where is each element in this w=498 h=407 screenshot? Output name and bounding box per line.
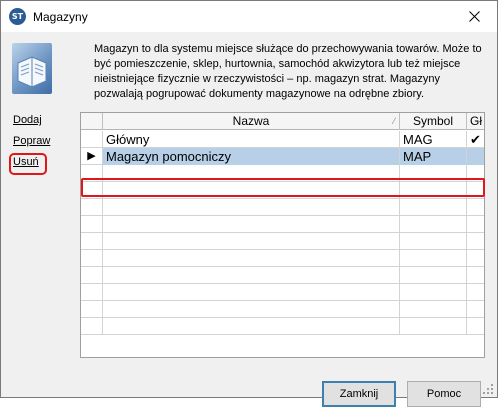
row-indicator [81, 233, 103, 250]
cell-name [103, 267, 400, 284]
cell-main: ✔ [467, 131, 484, 148]
table-row-empty [81, 250, 484, 267]
column-header-name[interactable]: Nazwa ⁄ [103, 113, 400, 130]
help-button[interactable]: Pomoc [407, 381, 481, 407]
cell-symbol [400, 250, 467, 267]
row-indicator [81, 267, 103, 284]
cell-name [103, 250, 400, 267]
row-indicator [81, 250, 103, 267]
window-title: Magazyny [33, 10, 88, 24]
resize-grip-icon[interactable] [482, 383, 494, 395]
table-row-empty [81, 301, 484, 318]
cell-name [103, 216, 400, 233]
warehouse-table: Nazwa ⁄ Symbol Gł Główny MAG ✔ ▶ Magazyn pom… [80, 112, 485, 358]
cell-main [467, 148, 484, 165]
table-row-empty [81, 216, 484, 233]
row-indicator [81, 284, 103, 301]
table-row[interactable]: Główny MAG ✔ [81, 131, 484, 148]
book-icon [12, 43, 52, 94]
app-icon: ST [9, 8, 26, 25]
cell-name: Magazyn pomocniczy [103, 148, 400, 165]
close-button[interactable]: Zamknij [322, 381, 396, 407]
dialog-body: Magazyn to dla systemu miejsce służące d… [2, 32, 496, 407]
close-icon [468, 11, 480, 22]
cell-name [103, 233, 400, 250]
cell-symbol [400, 301, 467, 318]
cell-name: Główny [103, 131, 400, 148]
close-window-button[interactable] [451, 1, 497, 32]
cell-main [467, 284, 484, 301]
delete-link-highlight [9, 153, 47, 175]
cell-name [103, 284, 400, 301]
cell-name [103, 301, 400, 318]
cell-main [467, 301, 484, 318]
cell-symbol [400, 284, 467, 301]
selected-row-highlight [81, 178, 485, 197]
cell-symbol [400, 233, 467, 250]
table-row-empty [81, 233, 484, 250]
add-link[interactable]: Dodaj [13, 114, 50, 126]
cell-main [467, 216, 484, 233]
row-indicator [81, 131, 103, 148]
sort-icon: ⁄ [393, 116, 395, 126]
table-row-empty [81, 267, 484, 284]
cell-name [103, 199, 400, 216]
cell-main [467, 199, 484, 216]
column-header-symbol[interactable]: Symbol [400, 113, 467, 130]
edit-link[interactable]: Popraw [13, 135, 50, 147]
row-indicator [81, 318, 103, 335]
description-text: Magazyn to dla systemu miejsce służące d… [94, 43, 482, 100]
table-row-empty [81, 199, 484, 216]
cell-main [467, 267, 484, 284]
cell-main [467, 233, 484, 250]
cell-symbol [400, 318, 467, 335]
table-row-empty [81, 318, 484, 335]
title-bar: ST Magazyny [1, 1, 497, 32]
row-indicator [81, 216, 103, 233]
row-indicator [81, 199, 103, 216]
table-header: Nazwa ⁄ Symbol Gł [81, 113, 484, 130]
cell-symbol [400, 216, 467, 233]
cell-symbol [400, 199, 467, 216]
column-header-main[interactable]: Gł [467, 113, 484, 130]
cell-symbol [400, 267, 467, 284]
magazyny-window: ST Magazyny Magazyn to dla systemu miejs… [0, 0, 498, 407]
table-row[interactable]: ▶ Magazyn pomocniczy MAP [81, 148, 484, 165]
row-indicator: ▶ [81, 148, 103, 165]
cell-symbol: MAG [400, 131, 467, 148]
cell-main [467, 250, 484, 267]
cell-name [103, 318, 400, 335]
row-indicator [81, 301, 103, 318]
header-indicator [81, 113, 103, 130]
cell-symbol: MAP [400, 148, 467, 165]
table-row-empty [81, 284, 484, 301]
column-name-label: Nazwa [232, 114, 270, 128]
cell-main [467, 318, 484, 335]
